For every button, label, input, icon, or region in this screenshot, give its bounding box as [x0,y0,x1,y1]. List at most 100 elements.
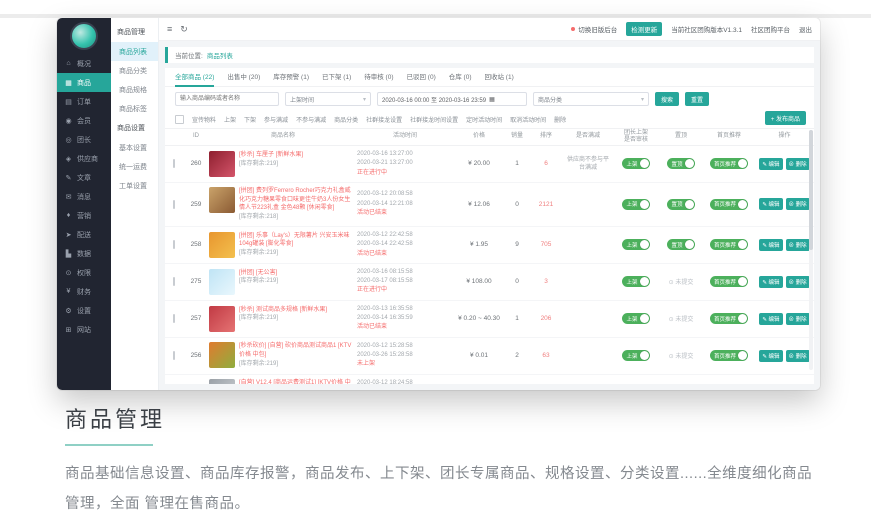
listed-toggle[interactable]: 上架 [622,313,649,324]
category-select[interactable]: 商品分类 ▾ [533,92,649,106]
submenu-item[interactable]: 商品分类 [111,61,158,80]
home-recommend-toggle[interactable]: 首页推荐 [710,239,748,250]
sort-cell[interactable]: 3 [529,278,563,285]
goods-title-link[interactable]: [拼团] [无公害] [239,269,278,278]
row-checkbox[interactable] [173,200,175,209]
sidebar-item-suppliers[interactable]: ◈供应商 [57,149,111,168]
edit-button[interactable]: ✎ 编辑 [759,158,782,170]
reset-button[interactable]: 重置 [685,92,709,106]
goods-title-link[interactable]: [自营] V12.4 [商品运费测试1] [KTV价格 中包] [239,379,353,384]
publish-goods-button[interactable]: + 发布商品 [765,111,806,125]
submenu-item[interactable]: 工单设置 [111,176,158,195]
top-off-state[interactable]: ⊙ 未提交 [669,354,694,360]
row-checkbox[interactable] [173,240,175,249]
sidebar-item-permissions[interactable]: ⊙权限 [57,263,111,282]
time-type-select[interactable]: 上架时间 ▾ [285,92,371,106]
listed-toggle[interactable]: 上架 [622,276,649,287]
breadcrumb-current[interactable]: 商品列表 [207,50,233,60]
search-button[interactable]: 搜索 [655,92,679,106]
home-recommend-toggle[interactable]: 首页推荐 [710,313,748,324]
platform-link[interactable]: 社区团购平台 [751,24,790,34]
goods-title-link[interactable]: [秒杀] 测试商品多规格 [新鲜水果] [239,306,327,315]
edit-button[interactable]: ✎ 编辑 [759,276,782,288]
submenu-item[interactable]: 统一运费 [111,157,158,176]
edit-button[interactable]: ✎ 编辑 [759,313,782,325]
tab-库存预警[interactable]: 库存预警 (1) [273,68,309,87]
row-checkbox[interactable] [173,277,175,286]
listed-toggle[interactable]: 上架 [622,199,649,210]
tab-出售中[interactable]: 出售中 (20) [227,68,260,87]
date-range-picker[interactable]: 2020-03-16 00:00 至 2020-03-16 23:59 ▦ [377,92,527,106]
batch-op-link[interactable]: 社群接龙设置 [366,115,402,124]
row-checkbox[interactable] [173,351,175,360]
tab-已驳回[interactable]: 已驳回 (0) [407,68,436,87]
menu-icon[interactable]: ≡ [167,24,172,34]
edit-button[interactable]: ✎ 编辑 [759,198,782,210]
submenu-item[interactable]: 商品列表 [111,42,158,61]
switch-old-admin-link[interactable]: 切换旧版后台 [571,24,617,34]
sidebar-item-leaders[interactable]: ◎团长 [57,130,111,149]
top-toggle[interactable]: 置顶 [667,239,694,250]
batch-op-link[interactable]: 定时活动时间 [466,115,502,124]
sort-cell[interactable]: 705 [529,241,563,248]
sidebar-item-delivery[interactable]: ➤配送 [57,225,111,244]
delete-button[interactable]: ⊗ 删除 [786,239,810,251]
row-checkbox[interactable] [173,314,175,323]
home-recommend-toggle[interactable]: 首页推荐 [710,158,748,169]
sidebar-item-website[interactable]: ⊞网站 [57,320,111,339]
goods-title-link[interactable]: [秒杀] 车厘子 [新鲜水果] [239,151,303,160]
sort-cell[interactable]: 2121 [529,201,563,208]
check-update-badge[interactable]: 检测更新 [626,22,662,36]
search-input[interactable] [175,92,279,106]
refresh-icon[interactable]: ↻ [180,24,188,35]
home-recommend-toggle[interactable]: 首页推荐 [710,350,748,361]
batch-op-link[interactable]: 宣传物料 [192,115,216,124]
submenu-item[interactable]: 商品标签 [111,99,158,118]
delete-button[interactable]: ⊗ 删除 [786,198,810,210]
delete-button[interactable]: ⊗ 删除 [786,276,810,288]
top-off-state[interactable]: ⊙ 未提交 [669,280,694,286]
sidebar-item-orders[interactable]: ▤订单 [57,92,111,111]
delete-button[interactable]: ⊗ 删除 [786,350,810,362]
scrollbar-thumb[interactable] [809,130,813,250]
submenu-item[interactable]: 商品规格 [111,80,158,99]
top-off-state[interactable]: ⊙ 未提交 [669,317,694,323]
sidebar-item-settings[interactable]: ⚙设置 [57,301,111,320]
delete-button[interactable]: ⊗ 删除 [786,158,810,170]
sidebar-item-data[interactable]: ▙数据 [57,244,111,263]
sort-cell[interactable]: 6 [529,160,563,167]
sort-cell[interactable]: 63 [529,352,563,359]
sort-cell[interactable]: 206 [529,315,563,322]
batch-op-link[interactable]: 参与满减 [264,115,288,124]
tab-待审核[interactable]: 待审核 (0) [364,68,393,87]
home-recommend-toggle[interactable]: 首页推荐 [710,199,748,210]
batch-op-link[interactable]: 上架 [224,115,236,124]
batch-op-link[interactable]: 商品分类 [334,115,358,124]
tab-全部商品[interactable]: 全部商品 (22) [175,68,214,87]
row-checkbox[interactable] [173,159,175,168]
home-recommend-toggle[interactable]: 首页推荐 [710,276,748,287]
sidebar-item-messages[interactable]: ✉消息 [57,187,111,206]
sidebar-item-goods[interactable]: ▦商品 [57,73,111,92]
batch-op-link[interactable]: 社群接龙时间设置 [410,115,458,124]
edit-button[interactable]: ✎ 编辑 [759,350,782,362]
select-all-checkbox[interactable] [175,115,184,124]
tab-仓库[interactable]: 仓库 (0) [449,68,472,87]
sidebar-item-members[interactable]: ◉会员 [57,111,111,130]
goods-title-link[interactable]: [拼团] 费列罗Ferrero Rocher巧克力礼盒威化巧克力糖果零食口味更佳… [239,187,353,213]
logo-avatar[interactable] [70,22,98,50]
submenu-item[interactable]: 基本设置 [111,138,158,157]
batch-op-link[interactable]: 不参与满减 [296,115,326,124]
tab-已下架[interactable]: 已下架 (1) [322,68,351,87]
goods-title-link[interactable]: [拼团] 乐事（Lay's）无限薯片 兴安玉米味104g罐装 [膨化零食] [239,232,353,249]
edit-button[interactable]: ✎ 编辑 [759,239,782,251]
sidebar-item-marketing[interactable]: ♦营销 [57,206,111,225]
batch-op-link[interactable]: 下架 [244,115,256,124]
top-toggle[interactable]: 置顶 [667,199,694,210]
tab-回收站[interactable]: 回收站 (1) [485,68,514,87]
sidebar-item-articles[interactable]: ✎文章 [57,168,111,187]
listed-toggle[interactable]: 上架 [622,158,649,169]
batch-op-link[interactable]: 取消活动时间 [510,115,546,124]
sidebar-item-overview[interactable]: ⌂概况 [57,54,111,73]
delete-button[interactable]: ⊗ 删除 [786,313,810,325]
